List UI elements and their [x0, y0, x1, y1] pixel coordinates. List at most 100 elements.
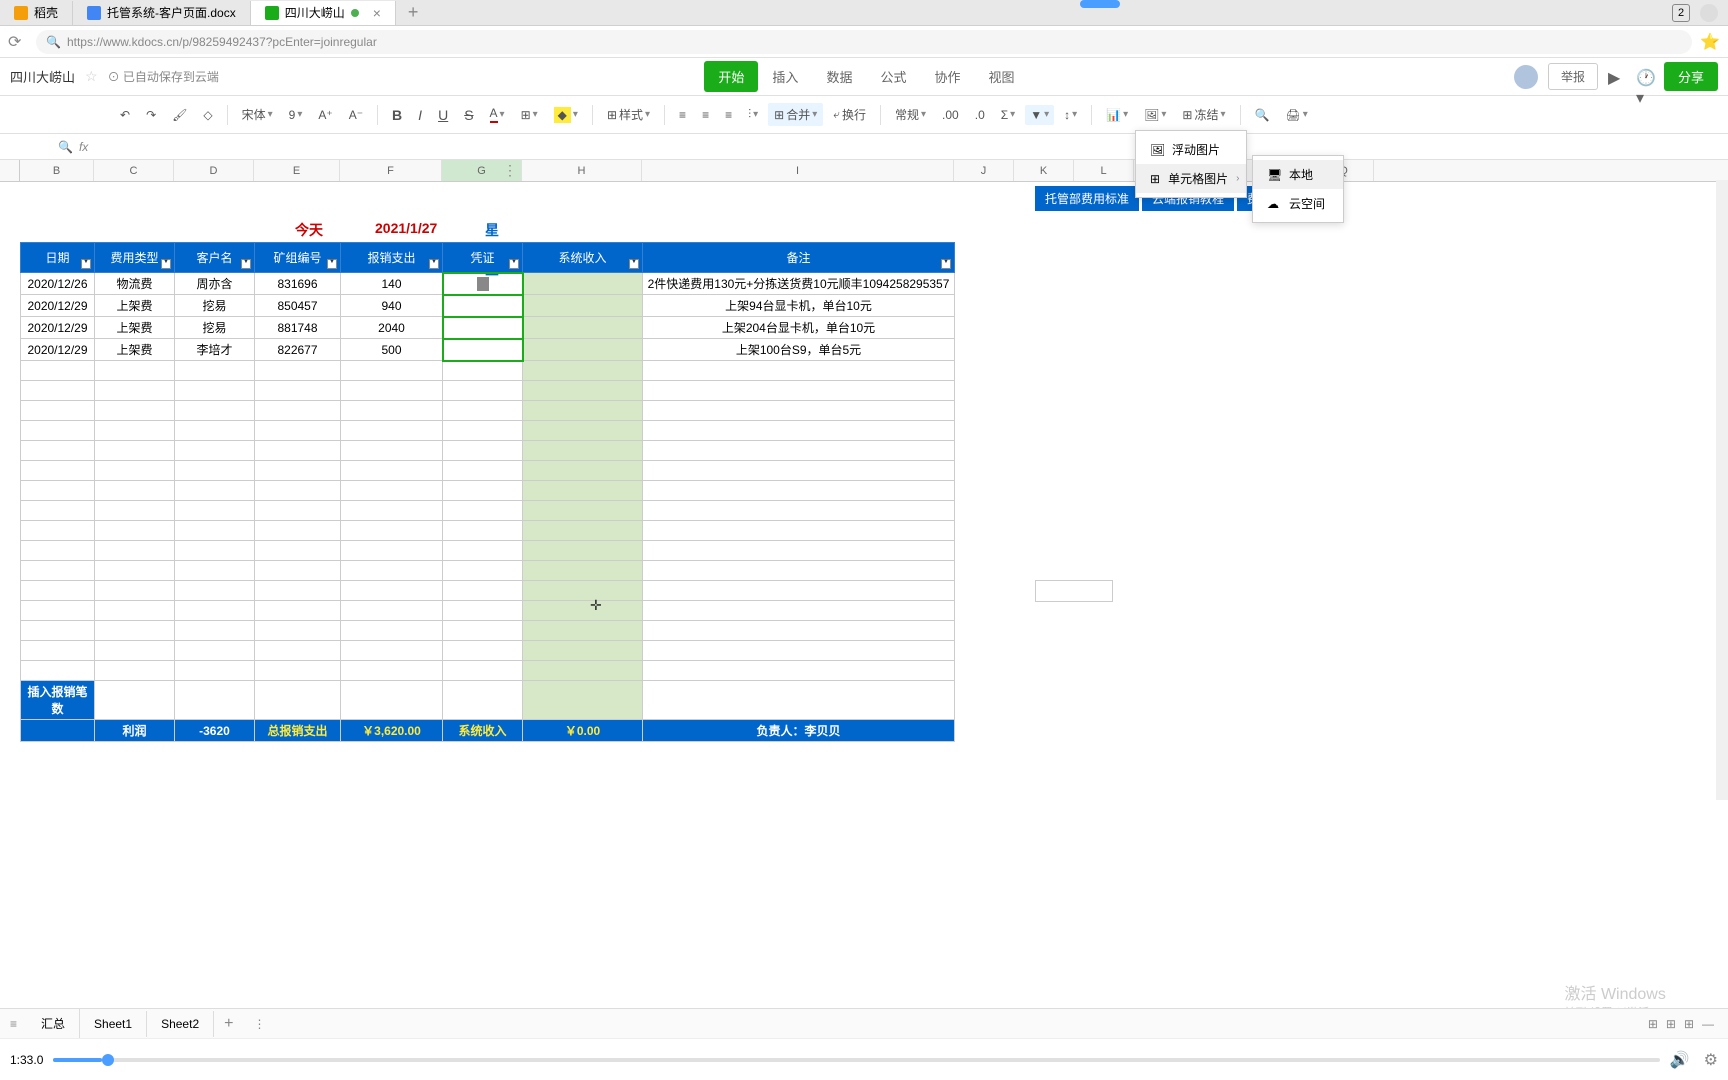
- font-select[interactable]: 宋体 ▾: [236, 102, 279, 127]
- progress-thumb[interactable]: [102, 1054, 114, 1066]
- col-header-d[interactable]: D: [174, 160, 254, 181]
- decimal-dec-button[interactable]: .00: [936, 104, 965, 126]
- table-row[interactable]: [21, 641, 955, 661]
- filter-icon[interactable]: [429, 259, 439, 269]
- close-icon[interactable]: ×: [373, 5, 381, 21]
- header-voucher[interactable]: 凭证: [443, 243, 523, 273]
- col-header-g[interactable]: G⋮: [442, 160, 522, 181]
- header-type[interactable]: 费用类型: [95, 243, 175, 273]
- menu-data[interactable]: 数据: [812, 61, 866, 92]
- browser-tab-2[interactable]: 托管系统-客户页面.docx: [73, 1, 251, 25]
- table-row[interactable]: [21, 421, 955, 441]
- sort-button[interactable]: ↕ ▾: [1058, 104, 1083, 126]
- url-input[interactable]: 🔍 https://www.kdocs.cn/p/98259492437?pcE…: [36, 30, 1692, 54]
- header-expense[interactable]: 报销支出: [341, 243, 443, 273]
- table-row[interactable]: [21, 521, 955, 541]
- col-header-l[interactable]: L: [1074, 160, 1134, 181]
- menu-view[interactable]: 视图: [974, 61, 1028, 92]
- border-button[interactable]: ⊞ ▾: [515, 104, 544, 126]
- table-row[interactable]: [21, 481, 955, 501]
- col-options-icon[interactable]: ⋮: [503, 162, 517, 179]
- decrease-font-button[interactable]: A⁻: [343, 104, 369, 126]
- link-fee-standard[interactable]: 托管部费用标准: [1035, 186, 1139, 211]
- star-icon[interactable]: ⭐: [1700, 32, 1720, 52]
- table-row[interactable]: 2020/12/29上架费挖易850457940 上架94台显卡机，单台10元: [21, 295, 955, 317]
- sheet-list-button[interactable]: ⋮: [243, 1017, 275, 1031]
- col-header-e[interactable]: E: [254, 160, 340, 181]
- print-button[interactable]: 🖨 ▾: [1279, 104, 1313, 126]
- col-header-j[interactable]: J: [954, 160, 1014, 181]
- table-row[interactable]: 2020/12/29上架费李培才822677500 上架100台S9，单台5元: [21, 339, 955, 361]
- table-row[interactable]: [21, 461, 955, 481]
- underline-button[interactable]: U: [432, 103, 454, 127]
- filter-icon[interactable]: [241, 259, 251, 269]
- image-button[interactable]: 🖼 ▾: [1138, 104, 1172, 126]
- align-right-button[interactable]: ≡: [719, 104, 738, 126]
- grid-view-icon[interactable]: ⊞: [1684, 1017, 1694, 1031]
- wrap-button[interactable]: ⤶ 换行: [827, 102, 872, 127]
- menu-collab[interactable]: 协作: [920, 61, 974, 92]
- vertical-scrollbar[interactable]: [1716, 180, 1728, 800]
- sheet-tab-2[interactable]: Sheet2: [147, 1011, 214, 1037]
- col-header-i[interactable]: I: [642, 160, 954, 181]
- find-button[interactable]: 🔍: [1249, 104, 1276, 126]
- font-color-button[interactable]: A ▾: [484, 102, 511, 127]
- present-icon[interactable]: ▶: [1608, 68, 1626, 86]
- share-button[interactable]: 分享: [1664, 62, 1718, 91]
- tab-count-badge[interactable]: 2: [1672, 4, 1690, 22]
- align-center-button[interactable]: ≡: [696, 104, 715, 126]
- format-painter-button[interactable]: 🖌: [166, 104, 193, 126]
- redo-button[interactable]: ↷: [140, 104, 162, 126]
- col-header-b[interactable]: B: [20, 160, 94, 181]
- more-icon[interactable]: —: [1702, 1017, 1714, 1031]
- fill-color-button[interactable]: ◆ ▾: [548, 103, 584, 127]
- menu-cell-image[interactable]: ⊞ 单元格图片 ›: [1136, 164, 1246, 193]
- table-row[interactable]: [21, 501, 955, 521]
- filter-icon[interactable]: [161, 259, 171, 269]
- table-row[interactable]: [21, 561, 955, 581]
- clear-format-button[interactable]: ◇: [197, 104, 218, 126]
- header-income[interactable]: 系统收入: [523, 243, 643, 273]
- freeze-button[interactable]: ⊞ 冻结 ▾: [1176, 102, 1231, 127]
- table-row[interactable]: [21, 621, 955, 641]
- col-header-h[interactable]: H: [522, 160, 642, 181]
- chart-button[interactable]: 📊 ▾: [1100, 104, 1134, 126]
- table-row[interactable]: [21, 601, 955, 621]
- sum-button[interactable]: Σ ▾: [995, 104, 1021, 126]
- link-icon[interactable]: ⊞: [1666, 1017, 1676, 1031]
- decimal-inc-button[interactable]: .0: [969, 104, 991, 126]
- sheet-tab-summary[interactable]: 汇总: [27, 1009, 80, 1038]
- menu-start[interactable]: 开始: [704, 61, 758, 92]
- valign-button[interactable]: ⫶ ▾: [742, 103, 764, 126]
- browser-tab-1[interactable]: 稻壳: [0, 1, 73, 25]
- table-row[interactable]: [21, 581, 955, 601]
- menu-local[interactable]: 🖥 本地: [1253, 160, 1343, 189]
- increase-font-button[interactable]: A⁺: [312, 104, 338, 126]
- header-customer[interactable]: 客户名: [175, 243, 255, 273]
- number-format-select[interactable]: 常规 ▾: [889, 102, 932, 127]
- col-header-c[interactable]: C: [94, 160, 174, 181]
- undo-button[interactable]: ↶: [114, 104, 136, 126]
- header-remark[interactable]: 备注: [643, 243, 955, 273]
- table-row[interactable]: 2020/12/29上架费挖易8817482040 上架204台显卡机，单台10…: [21, 317, 955, 339]
- collab-icon[interactable]: ⊞: [1648, 1017, 1658, 1031]
- cell-style-button[interactable]: ⊞ 样式 ▾: [601, 102, 656, 127]
- table-row[interactable]: [21, 361, 955, 381]
- filter-icon[interactable]: [81, 259, 91, 269]
- browser-tab-3[interactable]: 四川大崂山 ×: [251, 1, 396, 25]
- col-header-f[interactable]: F: [340, 160, 442, 181]
- sheet-tab-1[interactable]: Sheet1: [80, 1011, 147, 1037]
- bold-button[interactable]: B: [386, 103, 408, 127]
- reload-icon[interactable]: ⟳: [8, 32, 28, 52]
- align-left-button[interactable]: ≡: [673, 104, 692, 126]
- user-avatar[interactable]: [1514, 65, 1538, 89]
- favorite-icon[interactable]: ☆: [85, 68, 98, 85]
- table-row[interactable]: [21, 381, 955, 401]
- filter-icon[interactable]: [327, 259, 337, 269]
- insert-row[interactable]: 插入报销笔数: [21, 681, 955, 720]
- video-progress-bar[interactable]: [53, 1058, 1659, 1062]
- italic-button[interactable]: I: [412, 103, 428, 127]
- table-row[interactable]: [21, 441, 955, 461]
- merge-button[interactable]: ⊞ 合并 ▾: [768, 103, 823, 126]
- menu-insert[interactable]: 插入: [758, 61, 812, 92]
